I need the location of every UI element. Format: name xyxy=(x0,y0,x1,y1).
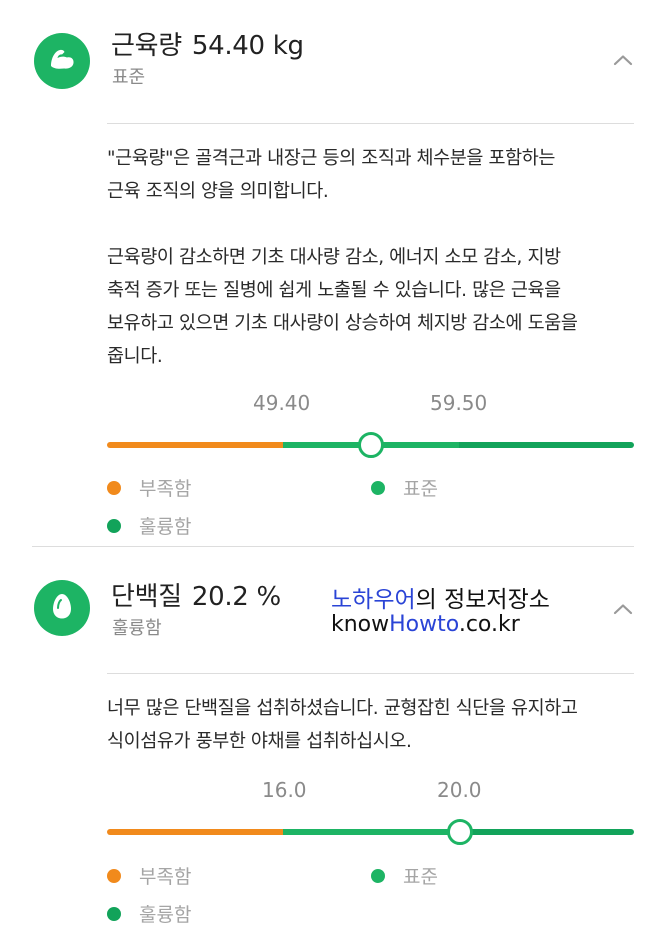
legend-normal-dot xyxy=(371,480,385,495)
range-segment-high xyxy=(459,829,634,835)
protein-level-marker xyxy=(447,819,474,845)
protein-icon-badge xyxy=(34,580,90,636)
muscle-range-low: 49.40 xyxy=(253,391,311,415)
range-segment-low xyxy=(107,442,283,448)
muscle-icon-badge xyxy=(34,33,90,89)
range-segment-normal xyxy=(283,829,459,835)
legend-high-label: 훌륭함 xyxy=(139,516,192,538)
muscle-desc-line xyxy=(107,208,647,241)
legend-low: 부족함 xyxy=(107,474,191,501)
watermark-url-brand: Howto xyxy=(389,612,459,637)
protein-divider xyxy=(107,673,634,674)
protein-range-bar xyxy=(107,829,634,835)
watermark-line-2: knowHowto.co.kr xyxy=(331,612,520,637)
protein-title: 단백질 20.2 % xyxy=(111,576,281,613)
chevron-up-icon[interactable] xyxy=(612,601,634,615)
watermark-line-1: 노하우어의 정보저장소 xyxy=(331,580,550,614)
legend-normal-label: 표준 xyxy=(403,866,438,888)
protein-range-high: 20.0 xyxy=(437,778,482,802)
range-segment-low xyxy=(107,829,283,835)
muscle-description: "근육량"은 골격근과 내장근 등의 조직과 체수분을 포함하는 근육 조직의 … xyxy=(107,142,647,373)
muscle-value: 54.40 kg xyxy=(191,31,304,61)
muscle-status: 표준 xyxy=(112,67,146,88)
watermark-text: 의 정보저장소 xyxy=(415,587,550,613)
legend-low: 부족함 xyxy=(107,862,191,889)
protein-desc-line: 식이섬유가 풍부한 야채를 섭취하십시오. xyxy=(107,731,412,752)
egg-icon xyxy=(49,591,75,625)
muscle-label: 근육량 xyxy=(111,31,182,61)
muscle-range-high: 59.50 xyxy=(430,391,488,415)
legend-low-dot xyxy=(107,480,121,495)
muscle-title: 근육량 54.40 kg xyxy=(111,25,304,62)
muscle-desc-line: 근육 조직의 양을 의미합니다. xyxy=(107,181,329,202)
muscle-level-marker xyxy=(357,432,384,458)
protein-status: 훌륭함 xyxy=(112,618,162,639)
legend-normal-dot xyxy=(371,868,385,883)
legend-normal: 표준 xyxy=(371,862,438,889)
legend-high: 훌륭함 xyxy=(107,900,191,927)
protein-desc-line: 너무 많은 단백질을 섭취하셨습니다. 균형잡힌 식단을 유지하고 xyxy=(107,698,578,719)
legend-low-label: 부족함 xyxy=(139,478,192,500)
protein-description: 너무 많은 단백질을 섭취하셨습니다. 균형잡힌 식단을 유지하고 식이섬유가 … xyxy=(107,692,647,758)
watermark-url-part: .co.kr xyxy=(458,612,520,637)
legend-normal-label: 표준 xyxy=(403,478,438,500)
muscle-desc-line: "근육량"은 골격근과 내장근 등의 조직과 체수분을 포함하는 xyxy=(107,148,555,169)
watermark-url-part: know xyxy=(331,612,390,637)
chevron-up-icon[interactable] xyxy=(612,52,634,66)
protein-label: 단백질 xyxy=(111,582,182,612)
legend-high-dot xyxy=(107,906,121,921)
muscle-divider xyxy=(107,123,634,124)
muscle-desc-line: 줍니다. xyxy=(107,346,163,367)
legend-low-label: 부족함 xyxy=(139,866,192,888)
protein-value: 20.2 % xyxy=(191,582,281,612)
flexed-arm-icon xyxy=(47,46,77,76)
range-segment-high xyxy=(459,442,634,448)
legend-high-dot xyxy=(107,518,121,533)
watermark-brand: 노하우어 xyxy=(331,587,416,613)
legend-low-dot xyxy=(107,868,121,883)
legend-normal: 표준 xyxy=(371,474,438,501)
muscle-desc-line: 보유하고 있으면 기초 대사량이 상승하여 체지방 감소에 도움을 xyxy=(107,313,578,334)
legend-high-label: 훌륭함 xyxy=(139,904,192,926)
muscle-desc-line: 축적 증가 또는 질병에 쉽게 노출될 수 있습니다. 많은 근육을 xyxy=(107,280,561,301)
legend-high: 훌륭함 xyxy=(107,512,191,539)
section-divider xyxy=(32,546,634,547)
muscle-desc-line: 근육량이 감소하면 기초 대사량 감소, 에너지 소모 감소, 지방 xyxy=(107,247,561,268)
protein-range-low: 16.0 xyxy=(262,778,307,802)
